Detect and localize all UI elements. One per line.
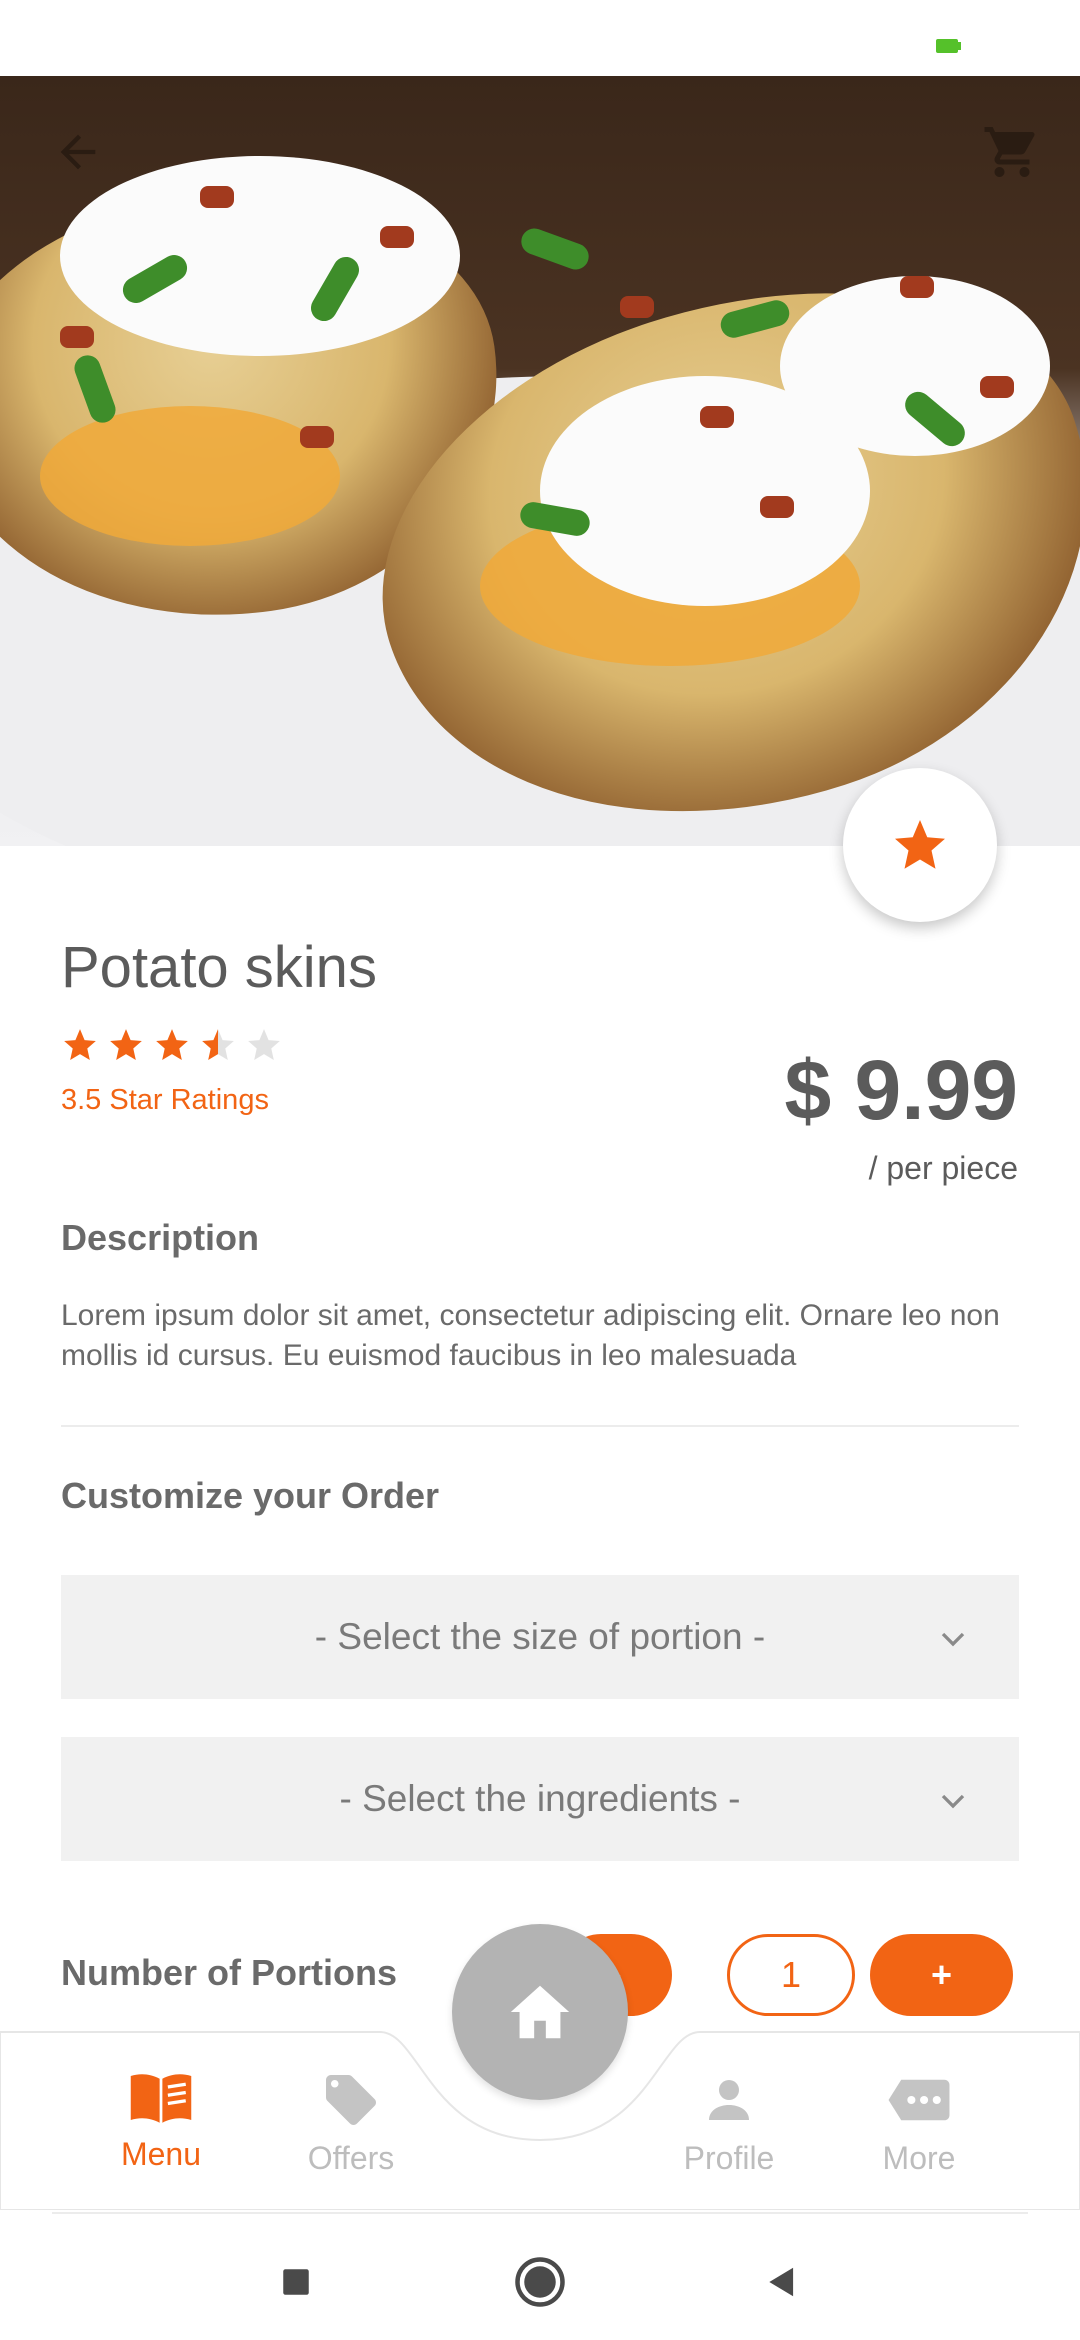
- star-full-icon: [64, 1029, 96, 1061]
- recents-button[interactable]: [266, 2252, 326, 2312]
- sour-cream: [780, 276, 1050, 456]
- back-button[interactable]: [46, 120, 110, 184]
- chevron-down-icon: [941, 1794, 965, 1809]
- divider: [52, 2212, 1028, 2214]
- bacon-bit: [980, 376, 1014, 398]
- customize-heading: Customize your Order: [61, 1475, 440, 1516]
- portion-size-select[interactable]: - Select the size of portion -: [61, 1575, 1019, 1699]
- bacon-bit: [380, 226, 414, 248]
- system-back-button[interactable]: [752, 2252, 812, 2312]
- status-bar: [0, 0, 1080, 76]
- star-full-icon: [156, 1029, 188, 1061]
- price-unit: / per piece: [868, 1150, 1018, 1186]
- sour-cream: [60, 156, 460, 356]
- description-heading: Description: [61, 1217, 260, 1258]
- more-dots-icon: [888, 2079, 950, 2121]
- description-text: Lorem ipsum dolor sit amet, consectetur …: [61, 1299, 1000, 1372]
- bacon-bit: [900, 276, 934, 298]
- square-icon: [283, 2269, 309, 2295]
- system-navigation-bar: [0, 2212, 1080, 2340]
- bacon-bit: [200, 186, 234, 208]
- product-title: Potato skins: [61, 935, 377, 1000]
- home-button[interactable]: [452, 1924, 628, 2100]
- home-icon: [510, 1985, 570, 2039]
- circle-icon: [515, 2257, 565, 2307]
- ingredients-select-label: - Select the ingredients -: [339, 1778, 741, 1819]
- nav-more[interactable]: More: [824, 2070, 1014, 2210]
- nav-profile-label: Profile: [683, 2140, 775, 2176]
- cheese: [40, 406, 340, 546]
- system-home-button[interactable]: [510, 2252, 570, 2312]
- person-icon: [709, 2080, 749, 2120]
- bacon-bit: [60, 326, 94, 348]
- portions-label: Number of Portions: [61, 1952, 398, 1993]
- divider: [61, 1425, 1019, 1427]
- green-onion: [517, 224, 593, 274]
- bacon-bit: [760, 496, 794, 518]
- bacon-bit: [700, 406, 734, 428]
- cart-button[interactable]: [980, 120, 1044, 184]
- nav-more-label: More: [882, 2140, 956, 2176]
- star-rating: [61, 1026, 283, 1064]
- star-icon: [895, 820, 945, 869]
- rating-label: 3.5 Star Ratings: [61, 1084, 269, 1116]
- triangle-back-icon: [769, 2267, 794, 2297]
- menu-book-icon: [130, 2074, 192, 2123]
- arrow-back-icon: [60, 134, 96, 170]
- bacon-bit: [620, 296, 654, 318]
- bacon-bit: [300, 426, 334, 448]
- nav-offers[interactable]: Offers: [256, 2070, 446, 2210]
- favorite-button[interactable]: [843, 768, 997, 922]
- quantity-value: 1: [727, 1934, 855, 2016]
- chevron-down-icon: [941, 1632, 965, 1647]
- nav-menu-label: Menu: [120, 2136, 202, 2172]
- price: $ 9.99: [784, 1043, 1018, 1137]
- increase-quantity-button[interactable]: +: [870, 1934, 1013, 2016]
- nav-profile[interactable]: Profile: [634, 2070, 824, 2210]
- star-half-icon: [202, 1029, 234, 1061]
- product-image: [0, 76, 1080, 846]
- star-full-icon: [110, 1029, 142, 1061]
- star-empty-icon: [248, 1029, 280, 1061]
- tag-icon: [326, 2075, 376, 2125]
- shopping-cart-icon: [984, 127, 1035, 177]
- ingredients-select[interactable]: - Select the ingredients -: [61, 1737, 1019, 1861]
- nav-menu[interactable]: Menu: [66, 2070, 256, 2210]
- battery-icon: [936, 39, 958, 53]
- portion-size-select-label: - Select the size of portion -: [314, 1616, 766, 1657]
- battery-tip: [958, 42, 961, 50]
- nav-offers-label: Offers: [307, 2140, 395, 2176]
